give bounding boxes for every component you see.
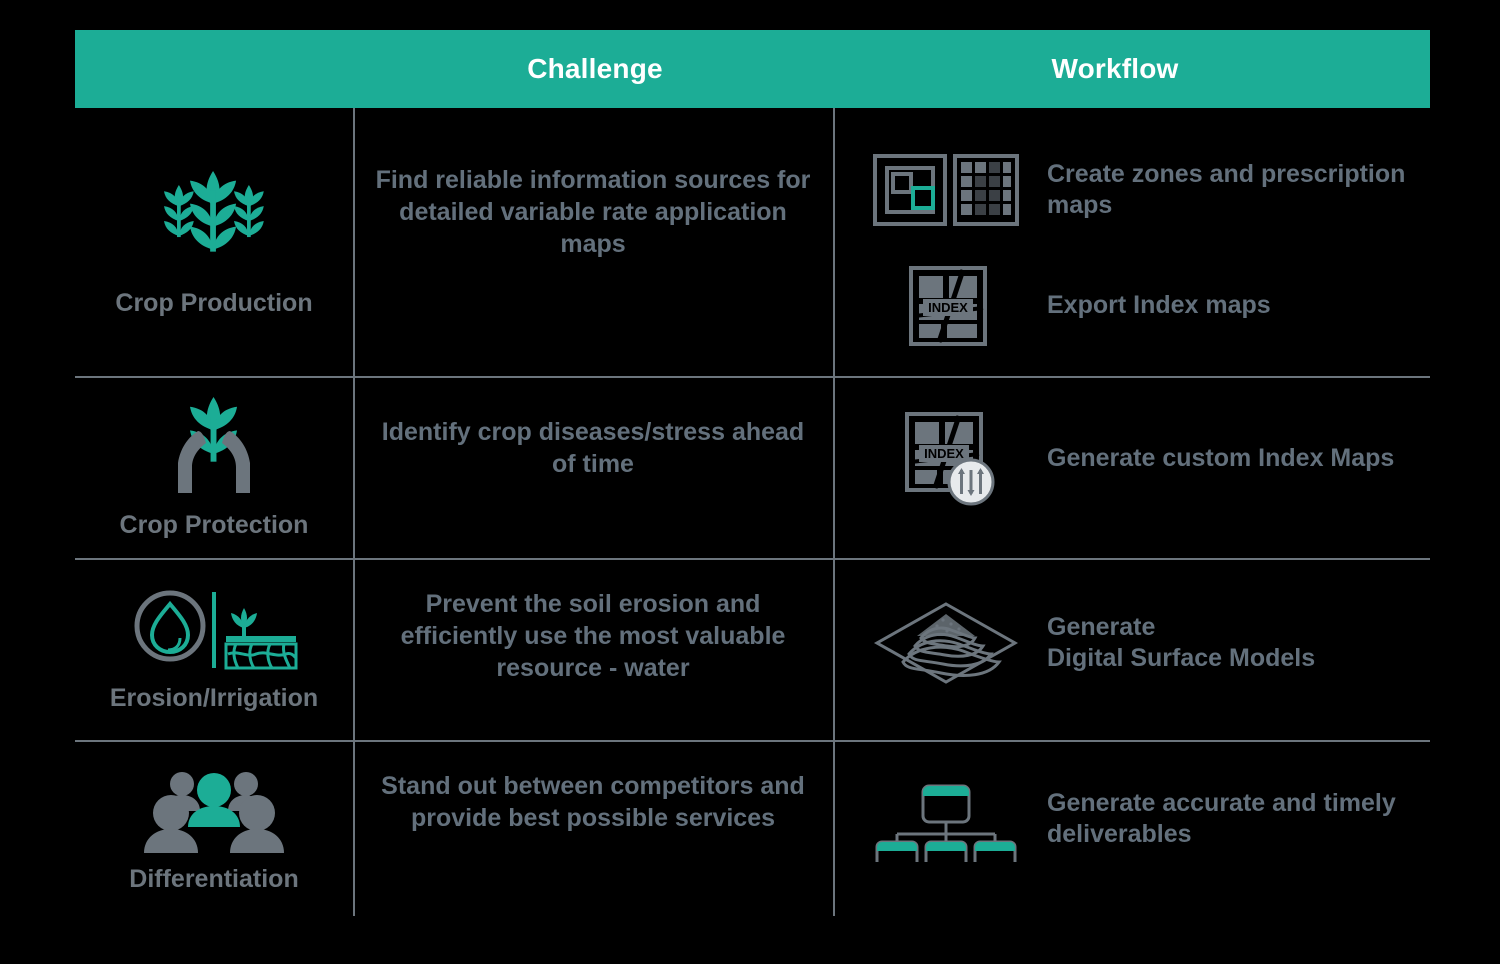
index-badge-label: INDEX <box>924 446 964 461</box>
water-drop-and-soil-icon <box>128 588 300 674</box>
workflow-item: Create zones and prescription maps <box>871 144 1430 236</box>
category-cell-crop-protection: Crop Protection <box>75 378 353 558</box>
workflow-item: Generate Digital Surface Models <box>871 598 1430 688</box>
table-header: Challenge Workflow <box>75 30 1430 108</box>
hands-holding-plant-icon <box>158 396 270 501</box>
header-challenge: Challenge <box>527 53 663 84</box>
hierarchy-chart-icon <box>871 776 1021 862</box>
table-body: Crop Production Find reliable informatio… <box>75 108 1430 918</box>
workflow-item: INDEX Export Index maps <box>871 262 1430 348</box>
category-label: Erosion/Irrigation <box>109 683 319 712</box>
wheat-stalks-icon <box>150 167 278 279</box>
column-divider <box>353 378 355 558</box>
index-map-settings-icon: INDEX <box>871 410 1021 506</box>
index-badge-label: INDEX <box>928 300 968 315</box>
challenge-cell: Stand out between competitors and provid… <box>353 742 833 916</box>
table-row: Differentiation Stand out between compet… <box>75 740 1430 916</box>
table-row: Erosion/Irrigation Prevent the soil eros… <box>75 558 1430 740</box>
column-divider <box>353 108 355 376</box>
challenge-cell: Identify crop diseases/stress ahead of t… <box>353 378 833 558</box>
workflow-text: Generate Digital Surface Models <box>1047 613 1316 672</box>
column-divider <box>833 108 835 376</box>
index-map-icon: INDEX <box>871 262 1021 348</box>
table-row: Crop Protection Identify crop diseases/s… <box>75 376 1430 558</box>
workflow-cell: Generate Digital Surface Models <box>833 560 1430 740</box>
challenge-text: Prevent the soil erosion and efficiently… <box>400 590 786 682</box>
challenge-text: Find reliable information sources for de… <box>375 166 811 258</box>
zones-and-prescription-maps-icon <box>871 144 1021 236</box>
workflow-text: Generate custom Index Maps <box>1047 443 1395 472</box>
challenge-cell: Prevent the soil erosion and efficiently… <box>353 560 833 740</box>
digital-surface-model-icon <box>871 598 1021 688</box>
comparison-table: Challenge Workflow Crop Production Find … <box>0 0 1500 964</box>
category-label: Differentiation <box>129 864 299 893</box>
column-divider <box>833 378 835 558</box>
workflow-cell: Generate accurate and timely deliverable… <box>833 742 1430 916</box>
category-label: Crop Protection <box>119 510 309 539</box>
workflow-text: Generate accurate and timely deliverable… <box>1047 789 1396 848</box>
workflow-cell: INDEX Generate custom Index Maps <box>833 378 1430 558</box>
people-group-icon <box>138 765 290 855</box>
category-cell-crop-production: Crop Production <box>75 108 353 376</box>
challenge-text: Identify crop diseases/stress ahead of t… <box>381 418 805 478</box>
table-row: Crop Production Find reliable informatio… <box>75 108 1430 376</box>
workflow-item: Generate accurate and timely deliverable… <box>871 776 1430 862</box>
column-divider <box>353 560 355 740</box>
column-divider <box>833 560 835 740</box>
challenge-text: Stand out between competitors and provid… <box>381 772 805 832</box>
workflow-text: Create zones and prescription maps <box>1047 160 1406 219</box>
column-divider <box>353 742 355 916</box>
category-cell-differentiation: Differentiation <box>75 742 353 916</box>
workflow-item: INDEX Generate custom Index Maps <box>871 410 1430 506</box>
header-workflow: Workflow <box>1051 53 1179 84</box>
workflow-cell: Create zones and prescription maps INDEX… <box>833 108 1430 376</box>
column-divider <box>833 742 835 916</box>
challenge-cell: Find reliable information sources for de… <box>353 108 833 376</box>
category-label: Crop Production <box>115 288 313 317</box>
workflow-text: Export Index maps <box>1047 290 1271 319</box>
category-cell-erosion-irrigation: Erosion/Irrigation <box>75 560 353 740</box>
